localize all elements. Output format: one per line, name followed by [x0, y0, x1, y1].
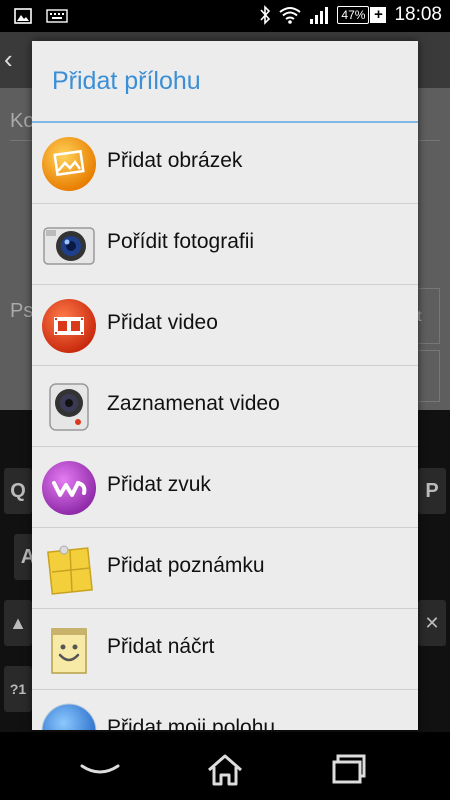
video-camera-icon — [49, 383, 89, 431]
option-label: Přidat poznámku — [107, 554, 265, 577]
option-add-sketch[interactable]: Přidat náčrt — [32, 609, 418, 690]
film-icon — [42, 299, 96, 353]
shift-key: ▲ — [4, 600, 32, 646]
dialog-title: Přidat přílohu — [52, 67, 201, 95]
option-add-note[interactable]: Přidat poznámku — [32, 528, 418, 609]
option-label: Přidat zvuk — [107, 473, 211, 496]
add-attachment-dialog: Přidat přílohu Přidat obrázek Pořídit fo… — [32, 41, 418, 730]
battery-icon: 47% + — [337, 6, 387, 24]
location-icon — [41, 703, 97, 730]
walkman-icon — [42, 461, 96, 515]
option-add-image[interactable]: Přidat obrázek — [32, 123, 418, 204]
option-take-photo[interactable]: Pořídit fotografii — [32, 204, 418, 285]
recipient-field-label: Ko — [10, 110, 35, 132]
option-add-video[interactable]: Přidat video — [32, 285, 418, 366]
option-label: Přidat obrázek — [107, 149, 243, 172]
option-record-video[interactable]: Zaznamenat video — [32, 366, 418, 447]
option-add-audio[interactable]: Přidat zvuk — [32, 447, 418, 528]
status-bar: 47% + 18:08 — [0, 0, 450, 32]
gallery-icon — [42, 137, 96, 191]
attachment-option-list: Přidat obrázek Pořídit fotografii Přidat… — [32, 123, 418, 730]
back-chevron-icon: ‹ — [4, 44, 13, 74]
back-button[interactable] — [76, 752, 124, 788]
option-label: Pořídit fotografii — [107, 230, 255, 253]
message-field-label: Ps — [10, 300, 34, 322]
option-label: Zaznamenat video — [107, 392, 280, 415]
backspace-key: ✕ — [418, 600, 446, 646]
battery-percent: 47% — [337, 6, 370, 24]
key-p: P — [418, 468, 446, 514]
image-icon — [14, 8, 32, 24]
bluetooth-icon — [260, 5, 271, 25]
navigation-bar — [0, 732, 450, 800]
option-add-location[interactable]: Přidat moji polohu — [32, 690, 418, 730]
signal-icon — [310, 7, 329, 24]
key-q: Q — [4, 468, 32, 514]
sticky-note-icon — [47, 545, 93, 595]
sketch-icon — [51, 628, 87, 674]
option-label: Přidat video — [107, 311, 218, 334]
camera-icon — [43, 227, 95, 265]
wifi-icon — [279, 7, 302, 24]
clock: 18:08 — [394, 4, 442, 25]
option-label: Přidat moji polohu — [107, 716, 276, 730]
keyboard-icon — [46, 9, 68, 23]
home-button[interactable] — [201, 752, 249, 788]
charging-indicator: + — [370, 7, 387, 23]
recent-apps-button[interactable] — [326, 752, 374, 788]
symbols-key: ?1 — [4, 666, 32, 712]
option-label: Přidat náčrt — [107, 635, 215, 658]
